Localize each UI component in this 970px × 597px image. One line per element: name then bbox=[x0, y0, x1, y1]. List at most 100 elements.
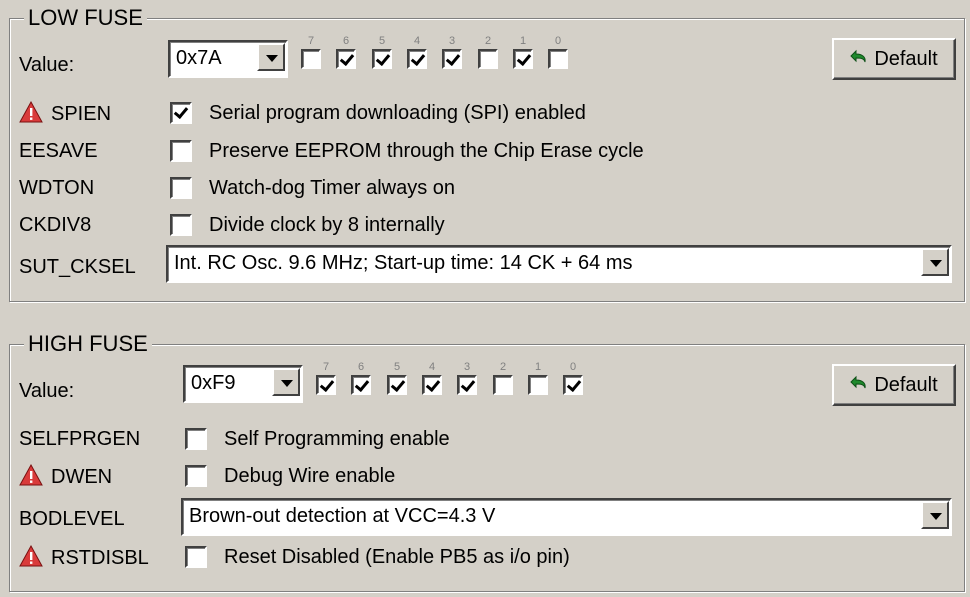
bit-checkbox[interactable] bbox=[372, 49, 392, 69]
fuse-description: Self Programming enable bbox=[224, 428, 450, 450]
low-default-button[interactable]: Default bbox=[832, 38, 956, 80]
low-default-label: Default bbox=[874, 48, 938, 70]
fuse-checkbox-rstdisbl[interactable] bbox=[185, 546, 207, 568]
bit-checkbox[interactable] bbox=[301, 49, 321, 69]
fuse-name: SELFPRGEN bbox=[19, 428, 141, 450]
low-bit-4: 4 bbox=[405, 35, 429, 69]
low-bit-1: 1 bbox=[511, 35, 535, 69]
low-bit-0: 0 bbox=[546, 35, 570, 69]
low-bit-3: 3 bbox=[440, 35, 464, 69]
bit-checkbox[interactable] bbox=[336, 49, 356, 69]
fuse-label-spien: SPIEN bbox=[19, 100, 112, 129]
high-bit-4: 4 bbox=[420, 361, 444, 395]
fuse-checkbox-wdton[interactable] bbox=[170, 177, 192, 199]
fuse-description: Debug Wire enable bbox=[224, 465, 396, 487]
bit-checkbox[interactable] bbox=[513, 49, 533, 69]
bit-checkbox[interactable] bbox=[316, 375, 336, 395]
bit-number: 6 bbox=[342, 35, 350, 47]
bodlevel-select[interactable]: Brown-out detection at VCC=4.3 V bbox=[181, 498, 952, 536]
bit-checkbox[interactable] bbox=[387, 375, 407, 395]
low-bit-2: 2 bbox=[476, 35, 500, 69]
sut-cksel-value: Int. RC Osc. 9.6 MHz; Start-up time: 14 … bbox=[174, 252, 633, 274]
low-value-text: 0x7A bbox=[176, 47, 222, 69]
bit-checkbox[interactable] bbox=[442, 49, 462, 69]
bit-checkbox[interactable] bbox=[493, 375, 513, 395]
fuse-name: SPIEN bbox=[51, 103, 112, 125]
fuse-description: Serial program downloading (SPI) enabled bbox=[209, 102, 586, 124]
high-bit-6: 6 bbox=[349, 361, 373, 395]
low-value-combo[interactable]: 0x7A bbox=[168, 40, 288, 78]
low-bit-checkboxes: 7 6 5 4 3 2 1 0 bbox=[299, 35, 579, 79]
bit-checkbox[interactable] bbox=[528, 375, 548, 395]
high-bit-7: 7 bbox=[314, 361, 338, 395]
bit-checkbox[interactable] bbox=[407, 49, 427, 69]
high-default-label: Default bbox=[874, 374, 938, 396]
bit-number: 1 bbox=[519, 35, 527, 47]
fuse-checkbox-selfprgen[interactable] bbox=[185, 428, 207, 450]
high-fuse-title: HIGH FUSE bbox=[24, 331, 152, 357]
bit-checkbox[interactable] bbox=[478, 49, 498, 69]
bit-number: 4 bbox=[428, 361, 436, 373]
bit-checkbox[interactable] bbox=[351, 375, 371, 395]
bit-number: 3 bbox=[463, 361, 471, 373]
high-value-combo[interactable]: 0xF9 bbox=[183, 365, 303, 403]
bit-checkbox[interactable] bbox=[457, 375, 477, 395]
high-value-text: 0xF9 bbox=[191, 372, 236, 394]
fuse-label-eesave: EESAVE bbox=[19, 139, 98, 163]
bit-number: 7 bbox=[322, 361, 330, 373]
sut-cksel-select[interactable]: Int. RC Osc. 9.6 MHz; Start-up time: 14 … bbox=[166, 245, 952, 283]
bit-number: 3 bbox=[448, 35, 456, 47]
fuse-name: RSTDISBL bbox=[51, 547, 149, 569]
bodlevel-value: Brown-out detection at VCC=4.3 V bbox=[189, 505, 496, 527]
bodlevel-label: BODLEVEL bbox=[19, 508, 125, 530]
low-bit-7: 7 bbox=[299, 35, 323, 69]
high-bit-5: 5 bbox=[385, 361, 409, 395]
sut-cksel-label: SUT_CKSEL bbox=[19, 256, 136, 278]
bit-number: 5 bbox=[393, 361, 401, 373]
chevron-down-icon[interactable] bbox=[921, 248, 949, 276]
high-default-button[interactable]: Default bbox=[832, 364, 956, 406]
checkbox[interactable] bbox=[170, 140, 192, 162]
checkbox[interactable] bbox=[170, 102, 192, 124]
fuse-checkbox-ckdiv8[interactable] bbox=[170, 214, 192, 236]
bit-number: 2 bbox=[484, 35, 492, 47]
chevron-down-icon[interactable] bbox=[921, 501, 949, 529]
warning-triangle-icon bbox=[19, 544, 43, 573]
high-bit-1: 1 bbox=[526, 361, 550, 395]
bit-number: 4 bbox=[413, 35, 421, 47]
bit-checkbox[interactable] bbox=[548, 49, 568, 69]
bit-number: 0 bbox=[569, 361, 577, 373]
fuse-name: WDTON bbox=[19, 177, 95, 199]
high-value-label: Value: bbox=[19, 380, 75, 402]
bit-number: 6 bbox=[357, 361, 365, 373]
undo-arrow-icon bbox=[850, 43, 870, 81]
bit-number: 1 bbox=[534, 361, 542, 373]
warning-triangle-icon bbox=[19, 463, 43, 492]
high-bit-3: 3 bbox=[455, 361, 479, 395]
checkbox[interactable] bbox=[185, 546, 207, 568]
checkbox[interactable] bbox=[185, 428, 207, 450]
fuse-checkbox-dwen[interactable] bbox=[185, 465, 207, 487]
low-fuse-title: LOW FUSE bbox=[24, 5, 147, 31]
fuse-checkbox-spien[interactable] bbox=[170, 102, 192, 124]
bit-checkbox[interactable] bbox=[563, 375, 583, 395]
chevron-down-icon[interactable] bbox=[272, 368, 300, 396]
bit-number: 7 bbox=[307, 35, 315, 47]
fuse-label-rstdisbl: RSTDISBL bbox=[19, 544, 149, 573]
high-bit-checkboxes: 7 6 5 4 3 2 1 0 bbox=[314, 361, 594, 405]
checkbox[interactable] bbox=[170, 214, 192, 236]
bit-checkbox[interactable] bbox=[422, 375, 442, 395]
low-bit-5: 5 bbox=[370, 35, 394, 69]
high-bit-2: 2 bbox=[491, 361, 515, 395]
fuse-description: Divide clock by 8 internally bbox=[209, 214, 445, 236]
low-bit-6: 6 bbox=[334, 35, 358, 69]
warning-triangle-icon bbox=[19, 100, 43, 129]
bit-number: 0 bbox=[554, 35, 562, 47]
chevron-down-icon[interactable] bbox=[257, 43, 285, 71]
fuse-checkbox-eesave[interactable] bbox=[170, 140, 192, 162]
checkbox[interactable] bbox=[185, 465, 207, 487]
checkbox[interactable] bbox=[170, 177, 192, 199]
fuse-label-ckdiv8: CKDIV8 bbox=[19, 213, 91, 237]
fuse-label-wdton: WDTON bbox=[19, 176, 94, 200]
high-bit-0: 0 bbox=[561, 361, 585, 395]
